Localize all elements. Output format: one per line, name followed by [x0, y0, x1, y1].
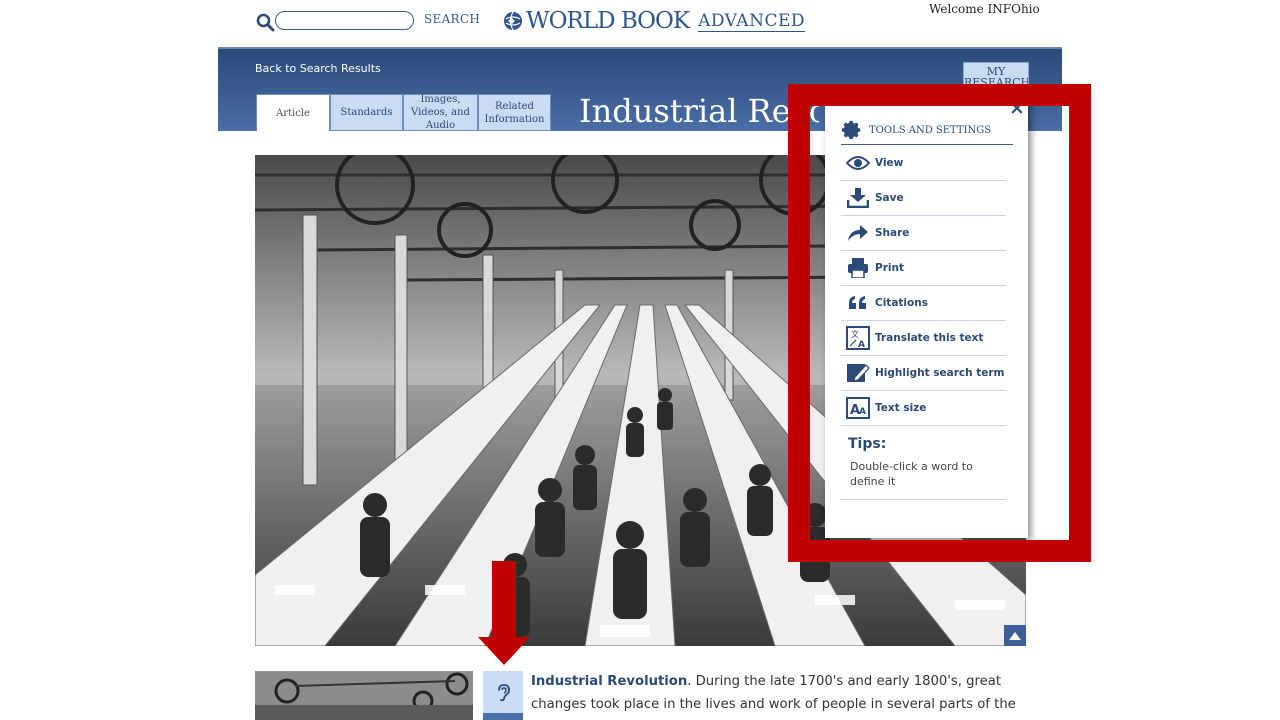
- ear-icon: [498, 684, 510, 702]
- welcome-text: Welcome INFOhio: [929, 2, 1040, 16]
- tab-media[interactable]: Images, Videos, and Audio: [403, 94, 478, 131]
- chevron-up-icon: [1009, 631, 1021, 640]
- tool-share[interactable]: Share: [841, 216, 1006, 251]
- printer-icon: [845, 256, 871, 280]
- tool-citations-label: Citations: [875, 297, 928, 309]
- tools-settings-heading: TOOLS AND SETTINGS: [841, 116, 1013, 145]
- back-to-results-link[interactable]: Back to Search Results: [255, 62, 381, 75]
- machine-thumbnail-graphic: [255, 671, 473, 720]
- tool-text-size[interactable]: AA Text size: [841, 391, 1006, 426]
- tool-translate[interactable]: 文A Translate this text: [841, 321, 1006, 356]
- audio-button-strip: [483, 713, 523, 720]
- world-book-globe-icon: [504, 11, 522, 31]
- eye-icon: [845, 151, 871, 175]
- tool-highlight-label: Highlight search term: [875, 367, 1005, 379]
- tool-print[interactable]: Print: [841, 251, 1006, 286]
- tips-text: Double-click a word to define it: [850, 460, 973, 488]
- article-body-paragraph: Industrial Revolution. During the late 1…: [531, 671, 1021, 720]
- tab-related-information[interactable]: Related Information: [478, 94, 551, 131]
- article-term[interactable]: Industrial Revolution: [531, 674, 687, 689]
- article-thumbnail-image[interactable]: [255, 671, 473, 720]
- download-icon: [845, 186, 871, 210]
- tips-title: Tips:: [848, 436, 887, 452]
- tool-print-label: Print: [875, 262, 904, 274]
- logo-main-text: WORLD BOOK: [526, 8, 690, 34]
- tab-standards[interactable]: Standards: [330, 94, 403, 131]
- gear-icon: [841, 120, 861, 140]
- search-icon[interactable]: [256, 13, 276, 33]
- world-book-logo[interactable]: WORLD BOOK ADVANCED: [503, 6, 805, 36]
- tool-save[interactable]: Save: [841, 181, 1006, 216]
- listen-audio-button[interactable]: [483, 671, 523, 713]
- tool-view[interactable]: View: [841, 146, 1006, 181]
- logo-sub-text: ADVANCED: [698, 10, 805, 32]
- article-title: Industrial Revolution: [579, 92, 819, 130]
- svg-text:A: A: [859, 407, 866, 417]
- scroll-to-top-button[interactable]: [1004, 625, 1026, 646]
- tool-citations[interactable]: Citations: [841, 286, 1006, 321]
- share-arrow-icon: [845, 221, 871, 245]
- tab-article[interactable]: Article: [256, 94, 330, 131]
- tools-settings-label: TOOLS AND SETTINGS: [869, 124, 992, 136]
- tool-translate-label: Translate this text: [875, 332, 984, 344]
- tips-divider: [841, 499, 1006, 500]
- quote-icon: [845, 291, 871, 315]
- tool-text-size-label: Text size: [875, 402, 927, 414]
- translate-icon: 文A: [845, 326, 871, 350]
- svg-text:文: 文: [851, 329, 859, 339]
- tool-view-label: View: [875, 157, 904, 169]
- my-research-button[interactable]: MY RESEARCH: [963, 62, 1029, 87]
- tool-save-label: Save: [875, 192, 904, 204]
- search-input[interactable]: [275, 11, 414, 30]
- search-button[interactable]: SEARCH: [424, 12, 480, 26]
- tool-highlight[interactable]: Highlight search term: [841, 356, 1006, 391]
- tool-share-label: Share: [875, 227, 910, 239]
- svg-text:A: A: [858, 340, 865, 350]
- pencil-icon: [845, 361, 871, 385]
- text-size-icon: AA: [845, 396, 871, 420]
- annotation-arrow-icon: [478, 561, 530, 665]
